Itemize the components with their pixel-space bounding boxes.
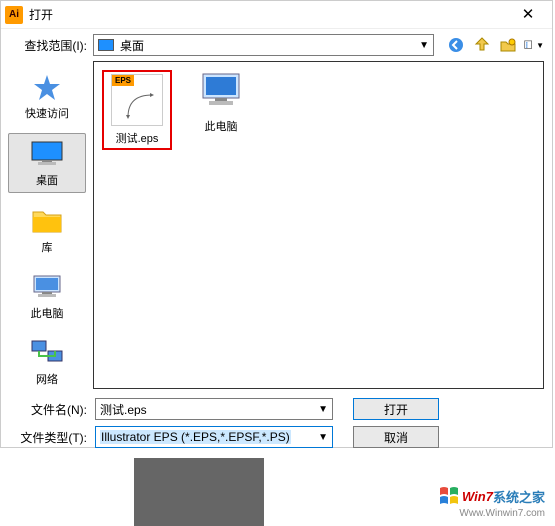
sidebar-item-thispc[interactable]: 此电脑 <box>8 267 86 325</box>
computer-icon <box>195 70 247 114</box>
desktop-icon <box>98 39 114 51</box>
view-menu-button[interactable]: ▼ <box>524 35 544 55</box>
watermark-text: 系统之家 <box>493 487 545 506</box>
lookin-row: 查找范围(I): 桌面 ▼ ▼ <box>1 29 552 61</box>
filename-label: 文件名(N): <box>9 401 87 418</box>
watermark: Win7 系统之家 Www.Winwin7.com <box>438 486 545 506</box>
chevron-down-icon[interactable]: ▼ <box>318 404 328 415</box>
filename-input[interactable] <box>100 402 318 416</box>
lookin-label: 查找范围(I): <box>9 37 87 54</box>
chevron-down-icon[interactable]: ▼ <box>318 432 328 443</box>
cancel-button[interactable]: 取消 <box>353 426 439 448</box>
sidebar-item-label: 快速访问 <box>8 105 86 121</box>
eps-curve-icon <box>126 91 156 119</box>
lookin-value: 桌面 <box>120 37 144 54</box>
sidebar-item-network[interactable]: 网络 <box>8 333 86 391</box>
file-items: EPS 测试.eps 此电脑 <box>102 70 535 150</box>
sidebar-item-desktop[interactable]: 桌面 <box>8 133 86 193</box>
back-button[interactable] <box>446 35 466 55</box>
filetype-combo[interactable]: Illustrator EPS (*.EPS,*.EPSF,*.PS) ▼ <box>95 426 333 448</box>
places-sidebar: 快速访问 桌面 库 此电脑 <box>1 61 93 389</box>
file-item-thispc[interactable]: 此电脑 <box>186 70 256 134</box>
file-list-view[interactable]: EPS 测试.eps 此电脑 <box>93 61 544 389</box>
sidebar-item-label: 库 <box>8 239 86 255</box>
sidebar-item-libraries[interactable]: 库 <box>8 201 86 259</box>
filename-combo[interactable]: ▼ <box>95 398 333 420</box>
sidebar-item-label: 此电脑 <box>8 305 86 321</box>
star-icon <box>27 71 67 103</box>
watermark-brand: Win7 <box>462 489 493 504</box>
sidebar-item-quickaccess[interactable]: 快速访问 <box>8 67 86 125</box>
preview-strip <box>134 458 264 526</box>
titlebar: Ai 打开 ✕ <box>1 1 552 29</box>
body-area: 快速访问 桌面 库 此电脑 <box>1 61 552 389</box>
filetype-row: 文件类型(T): Illustrator EPS (*.EPS,*.EPSF,*… <box>9 423 544 451</box>
monitor-icon <box>27 138 67 170</box>
nav-toolbar: ▼ <box>446 35 544 55</box>
open-dialog: Ai 打开 ✕ 查找范围(I): 桌面 ▼ ▼ <box>0 0 553 448</box>
lookin-combo[interactable]: 桌面 ▼ <box>93 34 434 56</box>
filetype-label: 文件类型(T): <box>9 429 87 446</box>
dialog-title: 打开 <box>29 6 53 23</box>
filename-row: 文件名(N): ▼ 打开 <box>9 395 544 423</box>
chevron-down-icon: ▼ <box>419 40 429 51</box>
bottom-area: 文件名(N): ▼ 打开 文件类型(T): Illustrator EPS (*… <box>1 389 552 457</box>
filetype-value: Illustrator EPS (*.EPS,*.EPSF,*.PS) <box>100 430 291 444</box>
eps-badge: EPS <box>112 75 134 86</box>
watermark-url: Www.Winwin7.com <box>459 508 545 519</box>
file-item-label: 此电脑 <box>186 118 256 134</box>
eps-thumbnail: EPS <box>111 74 163 126</box>
computer-icon <box>27 271 67 303</box>
file-item-eps[interactable]: EPS 测试.eps <box>102 70 172 150</box>
illustrator-icon: Ai <box>5 6 23 24</box>
sidebar-item-label: 网络 <box>8 371 86 387</box>
open-button[interactable]: 打开 <box>353 398 439 420</box>
up-button[interactable] <box>472 35 492 55</box>
file-item-label: 测试.eps <box>106 130 168 146</box>
sidebar-item-label: 桌面 <box>9 172 85 188</box>
windows-logo-icon <box>438 486 460 506</box>
close-button[interactable]: ✕ <box>508 3 548 27</box>
folder-icon <box>27 205 67 237</box>
new-folder-button[interactable] <box>498 35 518 55</box>
network-icon <box>27 337 67 369</box>
